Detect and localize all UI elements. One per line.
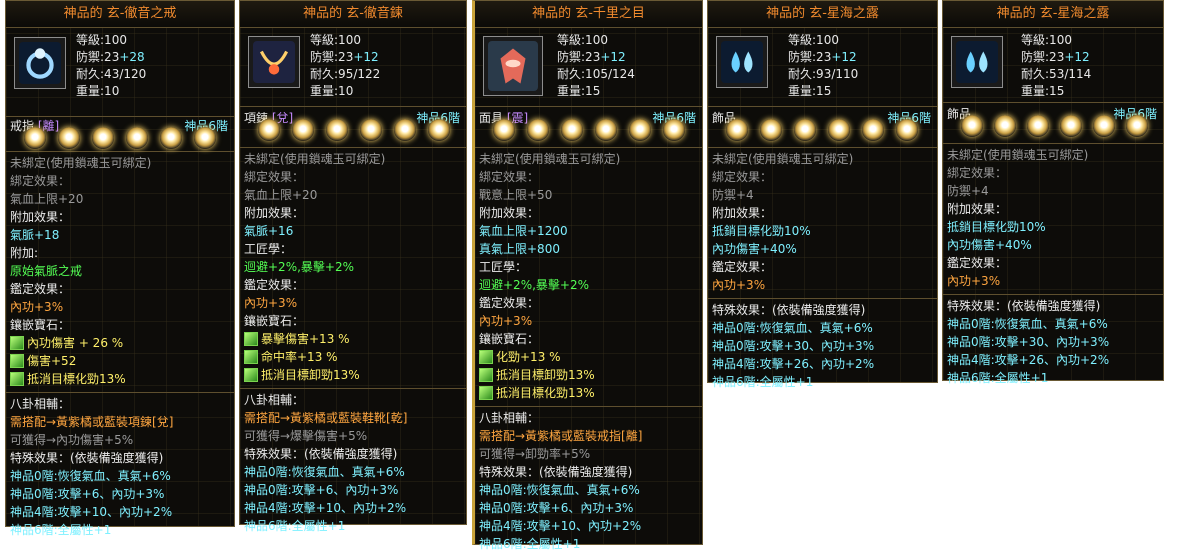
gem-row: 傷害+52 (10, 352, 230, 370)
gem-icon (479, 350, 493, 364)
item-title: 神品的 玄-徹音鍊 (240, 1, 466, 28)
orb-icon (92, 127, 114, 149)
gem-icon (10, 372, 24, 386)
orb-icon (160, 127, 182, 149)
enhance-orbs (493, 119, 685, 141)
water-drop-icon (956, 41, 998, 83)
orb-icon (1093, 115, 1115, 137)
orb-icon (561, 119, 583, 141)
item-header: 等級:100 防禦:23+12 耐久:95/122 重量:10 (240, 28, 466, 107)
attributes-section: 未綁定(使用鎖魂玉可綁定) 綁定效果： 防禦+4 附加效果： 抵銷目標化勁10%… (943, 144, 1163, 295)
item-header: 等級:100 防禦:23+12 耐久:105/124 重量:15 (475, 28, 702, 107)
orb-icon (994, 115, 1016, 137)
water-drop-icon (721, 41, 763, 83)
special-section: 特殊效果：(依裝備強度獲得) 神品0階:恢復氣血、真氣+6% 神品0階:攻擊+3… (712, 303, 875, 389)
orb-icon (258, 119, 280, 141)
gem-icon (244, 350, 258, 364)
orb-icon (527, 119, 549, 141)
bagua-section: 八卦相輔： 需搭配→黃紫橘或藍裝項鍊[兌] 可獲得→內功傷害+5% 特殊效果：(… (10, 397, 174, 537)
item-icon-frame[interactable] (716, 36, 768, 88)
item-stats: 等級:100 防禦:23+12 耐久:105/124 重量:15 (557, 33, 635, 98)
orb-icon (126, 127, 148, 149)
orb-icon (394, 119, 416, 141)
attributes-section: 未綁定(使用鎖魂玉可綁定) 綁定效果： 戰意上限+50 附加效果： 氣血上限+1… (475, 148, 702, 407)
item-tooltip-mask: 神品的 玄-千里之目 等級:100 防禦:23+12 耐久:105/124 重量… (472, 0, 703, 551)
orb-icon (326, 119, 348, 141)
slot-row: 戒指 [離] 神品6階 (6, 117, 234, 152)
orb-icon (292, 119, 314, 141)
bagua-section: 八卦相輔： 需搭配→黃紫橘或藍裝戒指[離] 可獲得→卸勁率+5% 特殊效果：(依… (479, 411, 643, 551)
attributes-section: 未綁定(使用鎖魂玉可綁定) 綁定效果： 氣血上限+20 附加效果： 氣脈+18 … (6, 152, 234, 393)
gem-icon (244, 368, 258, 382)
ring-icon (19, 42, 61, 84)
gem-row: 抵消目標化勁13% (479, 384, 698, 402)
gem-row: 命中率+13 % (244, 348, 462, 366)
orb-icon (194, 127, 216, 149)
gem-row: 抵消目標化勁13% (10, 370, 230, 388)
orb-icon (961, 115, 983, 137)
attributes-section: 未綁定(使用鎖魂玉可綁定) 綁定效果： 氣血上限+20 附加效果： 氣脈+16 … (240, 148, 466, 389)
item-stats: 等級:100 防禦:23+12 耐久:93/110 重量:15 (788, 33, 859, 98)
item-title: 神品的 玄-星海之露 (943, 1, 1163, 28)
orb-icon (1027, 115, 1049, 137)
orb-icon (896, 119, 918, 141)
item-icon-frame[interactable] (14, 37, 66, 89)
item-header: 等級:100 防禦:23+28 耐久:43/120 重量:10 (6, 28, 234, 117)
orb-icon (1060, 115, 1082, 137)
gem-icon (10, 354, 24, 368)
item-icon-frame[interactable] (951, 36, 1003, 88)
orb-icon (1126, 115, 1148, 137)
item-title: 神品的 玄-星海之露 (708, 1, 937, 28)
orb-icon (595, 119, 617, 141)
item-icon-frame[interactable] (248, 36, 300, 88)
orb-icon (760, 119, 782, 141)
orb-icon (58, 127, 80, 149)
orb-icon (794, 119, 816, 141)
item-icon-frame[interactable] (483, 36, 543, 96)
gem-icon (479, 386, 493, 400)
attributes-section: 未綁定(使用鎖魂玉可綁定) 綁定效果： 防禦+4 附加效果： 抵銷目標化勁10%… (708, 148, 937, 299)
item-stats: 等級:100 防禦:23+12 耐久:53/114 重量:15 (1021, 33, 1092, 98)
gem-row: 化勁+13 % (479, 348, 698, 366)
necklace-icon (253, 41, 295, 83)
gem-row: 抵消目標卸勁13% (479, 366, 698, 384)
item-tooltip-necklace: 神品的 玄-徹音鍊 等級:100 防禦:23+12 耐久:95/122 重量:1… (239, 0, 467, 533)
slot-row: 飾品 神品6階 (708, 107, 937, 148)
item-tooltip-accessory-1: 神品的 玄-星海之露 等級:100 防禦:23+12 耐久:93/110 重量:… (707, 0, 938, 389)
bagua-section: 八卦相輔： 需搭配→黃紫橘或藍裝鞋靴[乾] 可獲得→爆擊傷害+5% 特殊效果：(… (244, 393, 408, 533)
mask-icon (488, 41, 538, 91)
special-section: 特殊效果：(依裝備強度獲得) 神品0階:恢復氣血、真氣+6% 神品0階:攻擊+3… (947, 299, 1110, 385)
orb-icon (360, 119, 382, 141)
enhance-orbs (726, 119, 918, 141)
item-title: 神品的 玄-徹音之戒 (6, 1, 234, 28)
orb-icon (629, 119, 651, 141)
gem-row: 暴擊傷害+13 % (244, 330, 462, 348)
item-title: 神品的 玄-千里之目 (475, 1, 702, 28)
enhance-orbs (24, 127, 216, 149)
item-header: 等級:100 防禦:23+12 耐久:93/110 重量:15 (708, 28, 937, 107)
item-tooltip-ring: 神品的 玄-徹音之戒 等級:100 防禦:23+28 耐久:43/120 重量:… (5, 0, 235, 537)
orb-icon (828, 119, 850, 141)
orb-icon (862, 119, 884, 141)
gem-icon (10, 336, 24, 350)
enhance-orbs (258, 119, 450, 141)
slot-row: 飾品 神品6階 (943, 103, 1163, 144)
orb-icon (493, 119, 515, 141)
slot-row: 面具 [震] 神品6階 (475, 107, 702, 148)
orb-icon (726, 119, 748, 141)
gem-row: 內功傷害 + 26 % (10, 334, 230, 352)
enhance-orbs (961, 115, 1148, 137)
item-header: 等級:100 防禦:23+12 耐久:53/114 重量:15 (943, 28, 1163, 103)
gem-icon (479, 368, 493, 382)
gem-row: 抵消目標卸勁13% (244, 366, 462, 384)
slot-row: 項鍊 [兌] 神品6階 (240, 107, 466, 148)
orb-icon (428, 119, 450, 141)
gem-icon (244, 332, 258, 346)
orb-icon (24, 127, 46, 149)
item-stats: 等級:100 防禦:23+28 耐久:43/120 重量:10 (76, 33, 147, 98)
item-tooltip-accessory-2: 神品的 玄-星海之露 等級:100 防禦:23+12 耐久:53/114 重量:… (942, 0, 1164, 385)
item-stats: 等級:100 防禦:23+12 耐久:95/122 重量:10 (310, 33, 381, 98)
orb-icon (663, 119, 685, 141)
